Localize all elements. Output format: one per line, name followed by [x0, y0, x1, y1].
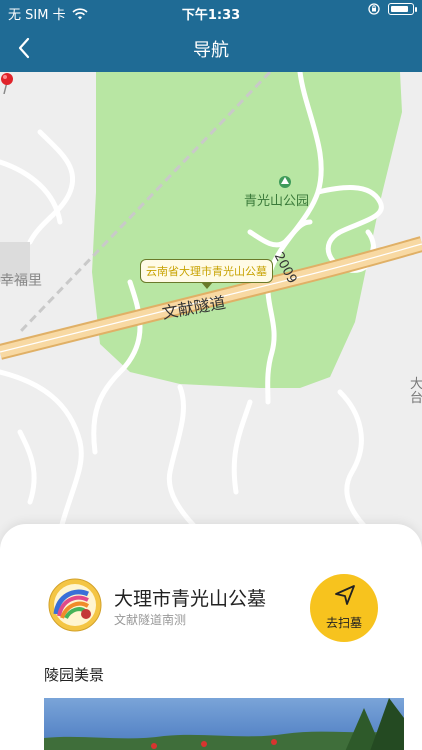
go-visit-button[interactable]: 去扫墓	[310, 574, 378, 642]
go-visit-label: 去扫墓	[325, 616, 362, 630]
location-pin-icon[interactable]	[0, 72, 14, 94]
section-title: 陵园美景	[44, 666, 105, 684]
park-label: 青光山公园	[244, 194, 310, 209]
battery-level	[391, 6, 409, 12]
top-bar: 无 SIM 卡 下午1:33 导航	[0, 0, 422, 72]
place-name: 大理市青光山公墓	[114, 588, 267, 610]
battery-icon	[388, 3, 417, 15]
navigate-arrow-icon	[335, 585, 355, 605]
place-label-right: 大台	[410, 377, 422, 406]
place-subtitle: 文献隧道南测	[114, 613, 187, 627]
cemetery-logo	[48, 578, 102, 632]
nav-bar: 导航	[0, 24, 422, 72]
location-callout[interactable]: 云南省大理市青光山公墓	[140, 259, 273, 289]
page-title: 导航	[193, 40, 229, 61]
scenery-image	[44, 698, 404, 750]
place-label-left: 幸福里	[0, 273, 42, 289]
scenery-photo[interactable]	[44, 698, 404, 750]
map-view[interactable]: 青光山公园 幸福里 文献隧道 2009 大台 云南省大理市青光山公墓	[0, 72, 422, 550]
status-bar: 无 SIM 卡 下午1:33	[0, 0, 422, 24]
status-time: 下午1:33	[181, 8, 241, 23]
rotation-lock-icon	[368, 3, 380, 15]
place-card: 大理市青光山公墓 文献隧道南测 去扫墓 陵园美景	[0, 524, 422, 750]
